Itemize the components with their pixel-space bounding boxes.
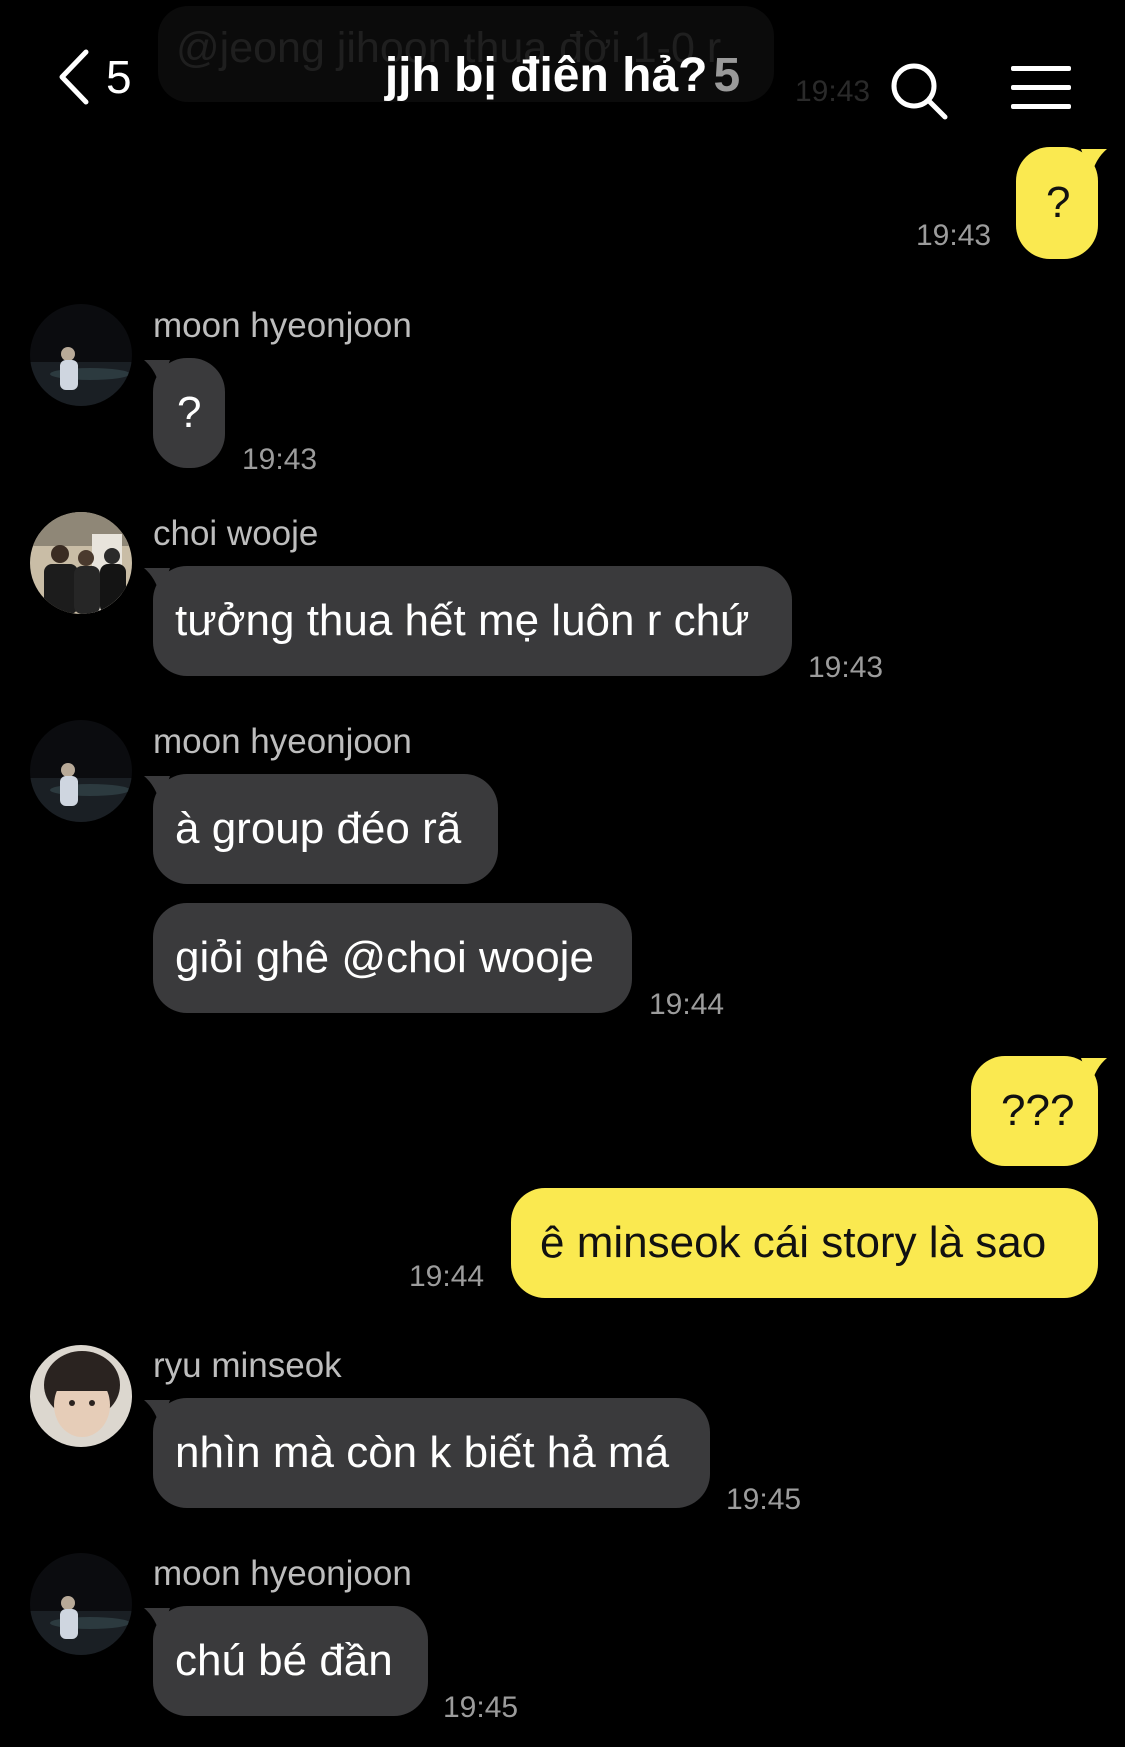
bubble-tail: [1081, 149, 1107, 177]
chat-title: jjh bị điên hả? 5: [0, 48, 1125, 103]
avatar-photo: [30, 512, 132, 614]
incoming-message-bubble[interactable]: chú bé đần: [144, 1606, 428, 1716]
member-count: 5: [713, 49, 741, 102]
avatar[interactable]: [30, 720, 132, 822]
outgoing-message-bubble[interactable]: ???: [971, 1056, 1107, 1166]
message-time: 19:44: [649, 988, 725, 1021]
menu-button[interactable]: [1009, 60, 1073, 116]
sender-name: moon hyeonjoon: [153, 1554, 412, 1593]
avatar-photo: [30, 1553, 132, 1655]
chat-header: @jeong jihoon thua đời 1-0 r 19:43 5 jjh…: [0, 0, 1125, 160]
sender-name: moon hyeonjoon: [153, 306, 412, 345]
incoming-message-bubble[interactable]: à group đéo rã: [144, 774, 498, 884]
message-text: à group đéo rã: [175, 804, 462, 853]
message-time: 19:45: [443, 1691, 519, 1724]
bubble-tail: [144, 568, 170, 596]
avatar-photo: [30, 304, 132, 406]
message-text: giỏi ghê @choi wooje: [175, 933, 594, 982]
message-time: 19:43: [808, 651, 884, 684]
chat-title-text: jjh bị điên hả?: [384, 49, 708, 102]
message-time: 19:43: [916, 219, 992, 252]
message-time: 19:44: [409, 1260, 485, 1293]
bubble-tail: [144, 360, 170, 388]
search-button[interactable]: [888, 60, 950, 122]
avatar[interactable]: [30, 304, 132, 406]
message-text: tưởng thua hết mẹ luôn r chứ: [175, 596, 750, 645]
message-text: nhìn mà còn k biết hả má: [175, 1428, 670, 1477]
bubble-tail: [1081, 1058, 1107, 1086]
avatar-photo: [30, 1345, 132, 1447]
avatar[interactable]: [30, 1553, 132, 1655]
avatar[interactable]: [30, 512, 132, 614]
message-text: ?: [177, 388, 202, 437]
message-text: chú bé đần: [175, 1636, 393, 1685]
sender-name: moon hyeonjoon: [153, 722, 412, 761]
bubble-tail: [144, 1400, 170, 1428]
message-text: ê minseok cái story là sao: [540, 1218, 1047, 1267]
outgoing-message-bubble[interactable]: ê minseok cái story là sao: [511, 1188, 1098, 1298]
message-time: 19:45: [726, 1483, 802, 1516]
avatar-photo: [30, 720, 132, 822]
bubble-tail: [144, 1608, 170, 1636]
outgoing-message-bubble[interactable]: ?: [1016, 147, 1107, 259]
sender-name: ryu minseok: [153, 1346, 342, 1385]
search-icon: [891, 63, 948, 120]
sender-name: choi wooje: [153, 514, 319, 553]
message-text: ?: [1046, 178, 1071, 227]
message-text: ???: [1001, 1086, 1075, 1135]
avatar[interactable]: [30, 1345, 132, 1447]
message-time: 19:43: [242, 443, 318, 476]
bubble-tail: [144, 776, 170, 804]
incoming-message-bubble[interactable]: ?: [144, 358, 225, 468]
incoming-message-bubble[interactable]: tưởng thua hết mẹ luôn r chứ: [144, 566, 792, 676]
incoming-message-bubble[interactable]: giỏi ghê @choi wooje: [153, 903, 632, 1013]
menu-icon: [1011, 66, 1071, 109]
incoming-message-bubble[interactable]: nhìn mà còn k biết hả má: [144, 1398, 710, 1508]
